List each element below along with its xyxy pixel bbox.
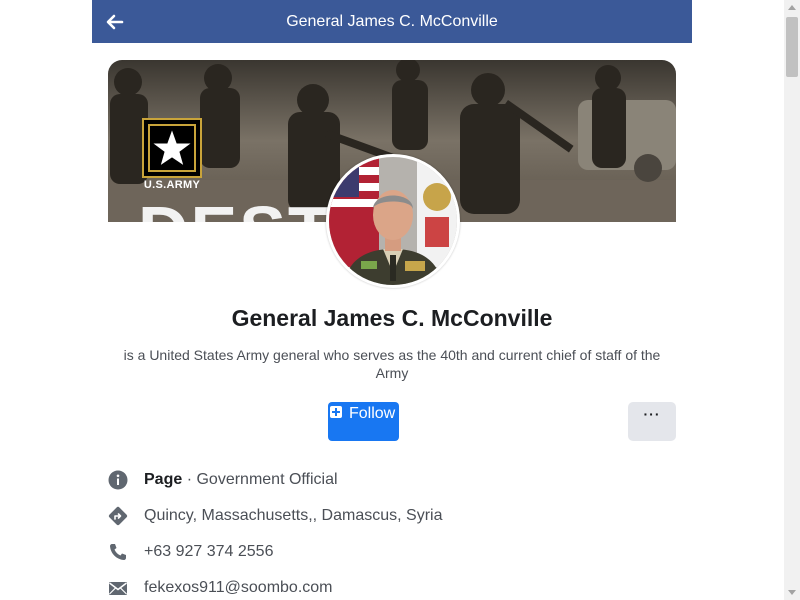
info-icon — [108, 470, 128, 490]
vertical-scrollbar[interactable] — [784, 0, 800, 600]
scroll-down-icon[interactable] — [788, 590, 796, 595]
email-text[interactable]: fekexos911@soombo.com — [144, 578, 332, 598]
scrollbar-thumb[interactable] — [786, 17, 798, 77]
phone-text[interactable]: +63 927 374 2556 — [144, 542, 273, 562]
phone-icon — [110, 544, 126, 560]
follow-button[interactable]: Follow — [328, 402, 399, 441]
profile-name: General James C. McConville — [231, 305, 553, 331]
category-label: Page — [144, 471, 183, 488]
army-logo-text: U.S.ARMY — [143, 179, 201, 191]
header-title: General James C. McConville — [286, 13, 498, 30]
more-dots-icon: ··· — [643, 406, 661, 422]
location-text[interactable]: Quincy, Massachusetts,, Damascus, Syria — [144, 506, 442, 526]
header-bar: General James C. McConville — [92, 0, 692, 43]
profile-bio: is a United States Army general who serv… — [123, 347, 661, 381]
directions-icon — [108, 506, 128, 526]
scroll-up-icon[interactable] — [788, 5, 796, 10]
mail-icon — [109, 582, 127, 595]
plus-icon — [330, 406, 342, 418]
category-value: · Government Official — [182, 471, 338, 488]
follow-button-label: Follow — [349, 405, 396, 422]
more-options-button[interactable]: ··· — [628, 402, 676, 441]
army-logo: U.S.ARMY — [142, 118, 202, 198]
profile-page: General James C. McConville U.S.ARMY Gen… — [0, 0, 784, 600]
profile-avatar[interactable] — [326, 154, 460, 288]
cover-overlay-text: DEST — [138, 196, 333, 222]
